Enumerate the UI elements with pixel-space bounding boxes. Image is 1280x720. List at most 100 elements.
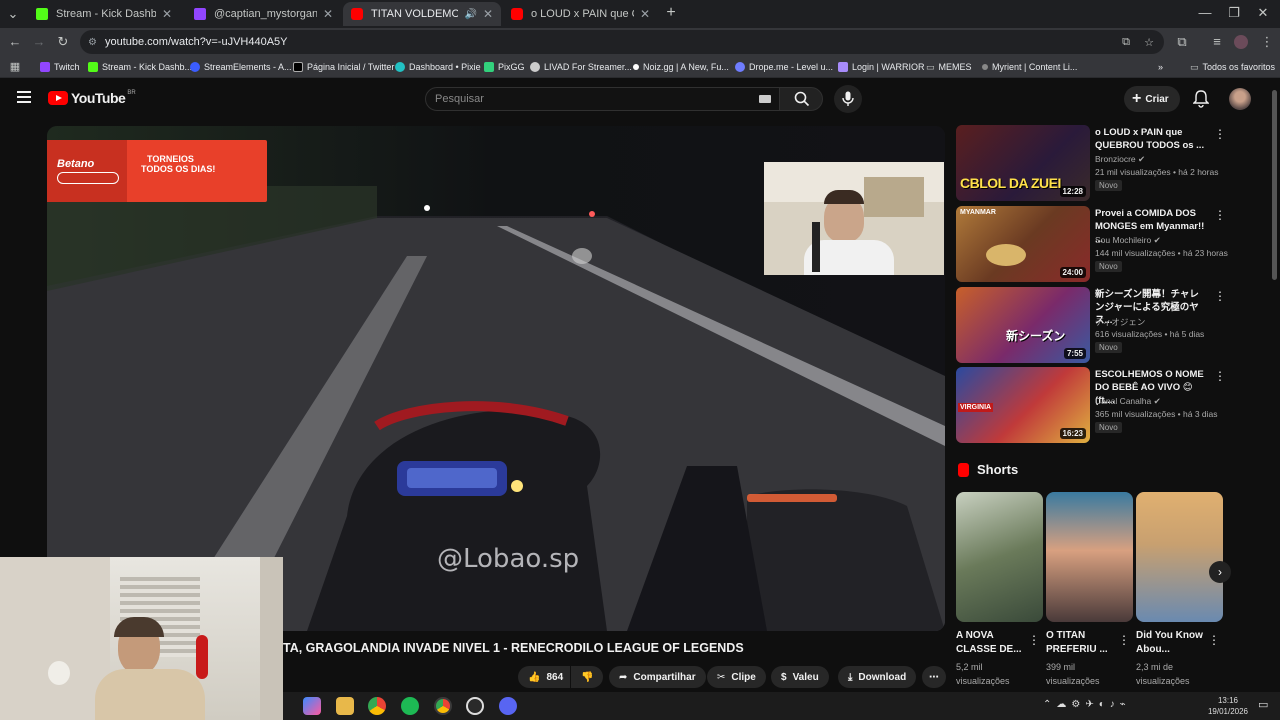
windows-taskbar: ⌃☁⚙✈◐♪⌁ 13:16 19/01/2026 ▭ [283, 692, 1280, 720]
recommendation-item[interactable]: MYANMAR 24:00 Provei a COMIDA DOS MONGES… [956, 206, 1256, 282]
recommendation-channel[interactable]: ディオジェン [1095, 316, 1145, 328]
recommendation-channel[interactable]: Bronziocre ✔ [1095, 154, 1145, 165]
tab-loud-pain[interactable]: o LOUD x PAIN que QUEBROU ✕ [503, 2, 658, 26]
download-button[interactable]: ⤓ Download [838, 666, 917, 688]
youtube-logo[interactable]: YouTube BR [48, 90, 136, 106]
profile-avatar[interactable] [1234, 35, 1248, 49]
short-thumbnail[interactable] [1136, 492, 1223, 622]
recommendation-channel[interactable]: Sou Mochileiro ✔ [1095, 235, 1161, 246]
video-player[interactable]: Betano TORNEIOS TODOS OS DIAS! @Lobao.sp [47, 126, 945, 631]
address-bar[interactable]: ⚙ youtube.com/watch?v=-uJVH440A5Y ⧉ ☆ [80, 30, 1164, 54]
taskbar-clock[interactable]: 13:16 19/01/2026 [1203, 695, 1253, 717]
apps-grid-icon[interactable]: ▦ [6, 58, 24, 76]
noiz-icon [633, 64, 639, 70]
video-thumbnail[interactable]: 新シーズン 7:55 [956, 287, 1090, 363]
more-bookmarks-icon[interactable]: » [1158, 59, 1163, 75]
video-thumbnail[interactable]: MYANMAR 24:00 [956, 206, 1090, 282]
short-stats: 399 mil visualizações [1046, 662, 1100, 686]
thumbnail-text: CBLOL DA ZUEI [960, 175, 1061, 191]
twitch-icon [194, 8, 206, 20]
back-icon[interactable]: ← [6, 33, 24, 51]
short-title[interactable]: O TITAN PREFERIU ... [1046, 629, 1116, 657]
voice-search-button[interactable] [834, 85, 862, 113]
more-options-icon[interactable]: ⋮ [1214, 208, 1226, 222]
bookmark-twitch[interactable]: Twitch [40, 59, 80, 75]
share-button[interactable]: ➦ Compartilhar [609, 666, 706, 688]
bookmark-warrior[interactable]: Login | WARRIOR [838, 59, 925, 75]
bookmark-pixgg[interactable]: PixGG [484, 59, 525, 75]
bookmark-kick[interactable]: Stream - Kick Dashb... [88, 59, 192, 75]
system-tray-icons[interactable]: ⌃☁⚙✈◐♪⌁ [1043, 699, 1131, 710]
all-bookmarks-folder[interactable]: ▭ Todos os favoritos [1190, 59, 1275, 75]
discord-icon[interactable] [499, 697, 517, 715]
site-info-icon[interactable]: ⚙ [88, 37, 97, 48]
new-tab-icon[interactable]: + [662, 4, 680, 22]
restore-icon[interactable]: ❐ [1225, 4, 1243, 22]
recommendation-item[interactable]: 新シーズン 7:55 新シーズン開幕！チャレンジャーによる究極のヤス... ディ… [956, 287, 1256, 363]
reading-list-icon[interactable]: ≡ [1208, 33, 1226, 51]
close-tab-icon[interactable]: ✕ [323, 7, 333, 21]
tab-kick-dashboard[interactable]: Stream - Kick Dashboard ✕ [28, 2, 180, 26]
chrome-icon[interactable] [368, 697, 386, 715]
more-options-icon[interactable]: ⋮ [1028, 633, 1040, 647]
like-button[interactable]: 👍 864 [518, 666, 570, 688]
video-thumbnail[interactable]: CBLOL DA ZUEI 12:28 [956, 125, 1090, 201]
chrome-active-icon[interactable] [434, 697, 452, 715]
reload-icon[interactable]: ↻ [54, 33, 72, 51]
recommendation-item[interactable]: VIRGINIA 16:23 ESCOLHEMOS O NOME DO BEBÊ… [956, 367, 1256, 443]
recommendation-channel[interactable]: Canal Canalha ✔ [1095, 396, 1161, 407]
account-avatar[interactable] [1229, 88, 1251, 110]
video-thumbnail[interactable]: VIRGINIA 16:23 [956, 367, 1090, 443]
more-options-icon[interactable]: ⋮ [1208, 633, 1220, 647]
close-window-icon[interactable]: ✕ [1254, 4, 1272, 22]
search-button[interactable] [779, 87, 823, 111]
more-options-icon[interactable]: ⋮ [1214, 369, 1226, 383]
bookmark-twitter[interactable]: Página Inicial / Twitter [293, 59, 394, 75]
notifications-bell-icon[interactable] [1192, 90, 1210, 113]
short-thumbnail[interactable] [1046, 492, 1133, 622]
keyboard-icon[interactable] [759, 95, 771, 103]
clip-button[interactable]: ✂ Clipe [707, 666, 766, 688]
bookmark-noiz[interactable]: Noiz.gg | A New, Fu... [633, 59, 729, 75]
page-scrollbar[interactable] [1272, 90, 1277, 280]
bookmark-pixie[interactable]: Dashboard • Pixie [395, 59, 481, 75]
forward-icon[interactable]: → [30, 33, 48, 51]
install-app-icon[interactable]: ⧉ [1122, 36, 1130, 49]
search-input[interactable]: Pesquisar [425, 87, 780, 111]
hamburger-menu-icon[interactable] [17, 91, 31, 103]
close-tab-icon[interactable]: ✕ [162, 7, 172, 21]
close-tab-icon[interactable]: ✕ [640, 7, 650, 21]
more-options-icon[interactable]: ⋮ [1118, 633, 1130, 647]
bookmark-livad[interactable]: LIVAD For Streamer... [530, 59, 632, 75]
browser-menu-icon[interactable]: ⋮ [1258, 33, 1276, 51]
bookmark-memes-folder[interactable]: ▭ MEMES [926, 59, 972, 75]
thanks-button[interactable]: $ Valeu [771, 666, 829, 688]
spotify-icon[interactable] [401, 697, 419, 715]
file-explorer-icon[interactable] [336, 697, 354, 715]
tab-captian-mention[interactable]: @captian_mystorgan menti ✕ [186, 2, 341, 26]
close-tab-icon[interactable]: ✕ [483, 7, 493, 21]
short-thumbnail[interactable] [956, 492, 1043, 622]
more-actions-button[interactable]: ⋯ [922, 666, 946, 688]
notifications-icon[interactable]: ▭ [1258, 698, 1268, 711]
dislike-button[interactable]: 👎 [571, 666, 603, 688]
short-title[interactable]: Did You Know Abou... [1136, 629, 1206, 657]
create-button[interactable]: + Criar [1124, 86, 1180, 112]
shorts-next-arrow-icon[interactable]: › [1209, 561, 1231, 583]
bookmark-streamelements[interactable]: StreamElements - A... [190, 59, 292, 75]
more-options-icon[interactable]: ⋮ [1214, 127, 1226, 141]
recommendation-item[interactable]: CBLOL DA ZUEI 12:28 o LOUD x PAIN que QU… [956, 125, 1256, 201]
bookmark-myrient[interactable]: Myrient | Content Li... [982, 59, 1077, 75]
bookmark-star-icon[interactable]: ☆ [1144, 36, 1154, 49]
obs-icon[interactable] [466, 697, 484, 715]
short-title[interactable]: A NOVA CLASSE DE... [956, 629, 1026, 657]
minimize-icon[interactable]: — [1196, 4, 1214, 22]
extensions-icon[interactable]: ⧉ [1173, 33, 1191, 51]
bookmark-drope[interactable]: Drope.me - Level u... [735, 59, 833, 75]
tab-titan-voldemort[interactable]: TITAN VOLDEMORT DA ILH 🔊 ✕ [343, 2, 501, 26]
copilot-icon[interactable] [303, 697, 321, 715]
recommendation-title[interactable]: o LOUD x PAIN que QUEBROU TODOS os ... [1095, 126, 1207, 152]
tab-search-icon[interactable]: ⌄ [4, 5, 22, 23]
more-options-icon[interactable]: ⋮ [1214, 289, 1226, 303]
speaker-icon[interactable]: 🔊 [464, 9, 476, 20]
